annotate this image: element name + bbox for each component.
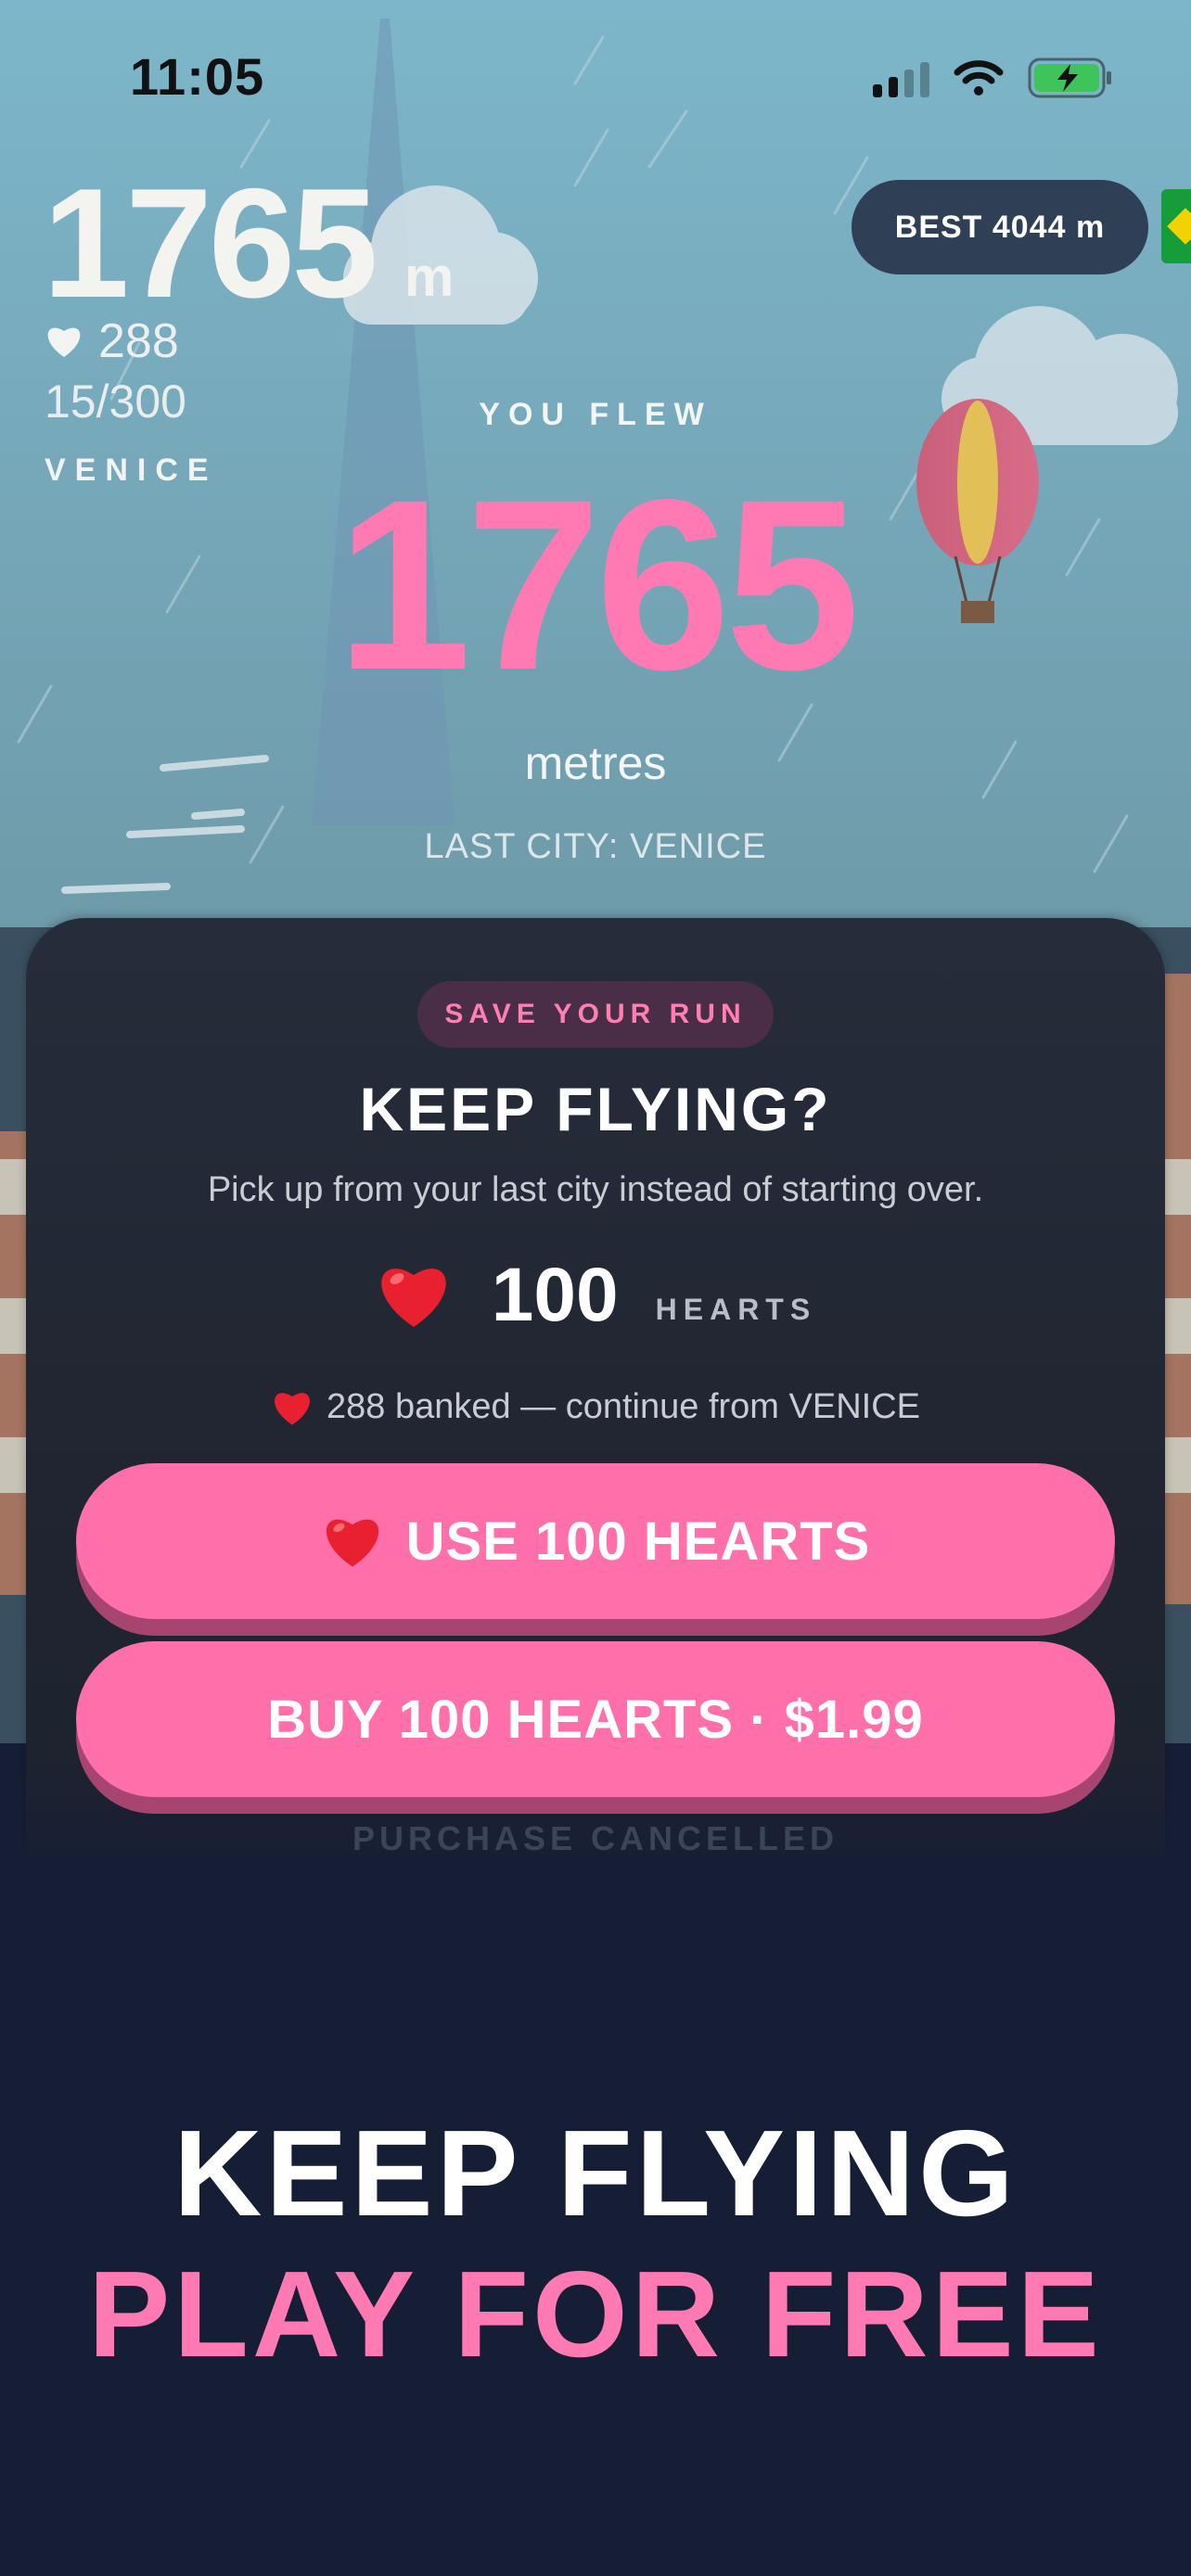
heart-cost: 100 HEARTS <box>0 1252 1191 1339</box>
wifi-icon <box>954 60 1004 96</box>
heart-icon <box>381 1269 446 1327</box>
hud-distance-unit: m <box>404 246 455 308</box>
use-hearts-button[interactable]: USE 100 HEARTS <box>76 1463 1115 1619</box>
modal-title: KEEP FLYING? <box>359 1075 832 1143</box>
heart-cost-amount: 100 <box>491 1253 619 1337</box>
banked-hearts-info: 288 banked — continue from VENICE <box>0 1387 1191 1427</box>
heart-icon <box>47 327 81 357</box>
last-city-label: LAST CITY: VENICE <box>424 827 767 866</box>
hud-hearts: 288 <box>45 313 179 369</box>
buy-hearts-label: BUY 100 HEARTS · $1.99 <box>267 1689 924 1750</box>
signal-icon <box>873 58 929 97</box>
heart-cost-unit: HEARTS <box>655 1292 817 1326</box>
purchase-status: PURCHASE CANCELLED <box>352 1819 839 1857</box>
use-hearts-label: USE 100 HEARTS <box>405 1511 871 1572</box>
hud-distance: 1765 <box>43 156 378 330</box>
save-your-run-tag: SAVE YOUR RUN <box>417 981 774 1048</box>
modal-subtitle: Pick up from your last city instead of s… <box>207 1170 984 1209</box>
result-unit: metres <box>524 737 667 789</box>
best-distance-badge: BEST 4044 m <box>852 180 1148 274</box>
battery-charging-icon <box>1028 57 1111 98</box>
hud-hearts-count: 288 <box>98 314 179 368</box>
you-flew-label: YOU FLEW <box>479 397 712 432</box>
buy-hearts-button[interactable]: BUY 100 HEARTS · $1.99 <box>76 1641 1115 1797</box>
promo-headline: KEEP FLYING <box>173 2105 1018 2241</box>
banked-hearts-text: 288 banked — continue from VENICE <box>326 1387 920 1426</box>
status-time: 11:05 <box>130 47 265 106</box>
heart-icon <box>326 1519 378 1567</box>
heart-icon <box>274 1392 311 1425</box>
promo-subheadline: PLAY FOR FREE <box>88 2246 1103 2382</box>
result-distance: 1765 <box>336 449 861 721</box>
flag-icon <box>1161 189 1191 263</box>
status-bar: 11:05 <box>0 0 1191 158</box>
